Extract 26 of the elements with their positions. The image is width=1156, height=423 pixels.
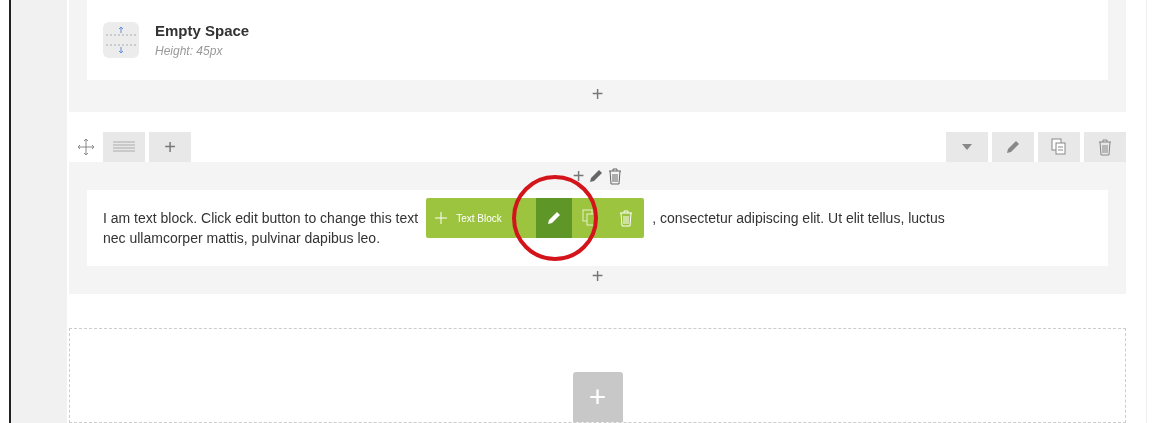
delete-icon[interactable] — [608, 167, 623, 185]
element-subtitle: Height: 45px — [155, 43, 224, 61]
lines-icon — [113, 141, 135, 153]
move-icon[interactable] — [77, 138, 95, 156]
copy-icon — [1051, 138, 1067, 156]
clone-button[interactable] — [1038, 132, 1080, 162]
empty-space-icon — [103, 22, 139, 58]
trash-icon — [1098, 138, 1112, 156]
text-block-content: nec ullamcorper mattis, pulvinar dapibus leo. — [103, 229, 382, 248]
element-label: Text Block — [456, 211, 502, 226]
trash-icon — [619, 209, 634, 227]
add-button[interactable]: + — [572, 166, 585, 186]
add-element-button[interactable]: + — [591, 84, 604, 104]
edit-icon[interactable] — [588, 168, 605, 184]
text-block-content: I am text block. Click edit button to change this text — [103, 208, 419, 228]
edit-button[interactable] — [992, 132, 1034, 162]
caret-icon — [962, 144, 972, 150]
add-column-button[interactable]: + — [149, 132, 191, 162]
pencil-icon — [546, 210, 563, 226]
toggle-button[interactable] — [946, 132, 988, 162]
edit-button[interactable] — [536, 198, 573, 238]
delete-button[interactable] — [1084, 132, 1126, 162]
text-block-content: , consectetur adipiscing elit. Ut elit tellus, luctus — [652, 208, 945, 228]
element-title: Empty Space — [155, 20, 250, 41]
add-element-button[interactable]: + — [591, 266, 604, 286]
pencil-icon — [1005, 139, 1021, 155]
